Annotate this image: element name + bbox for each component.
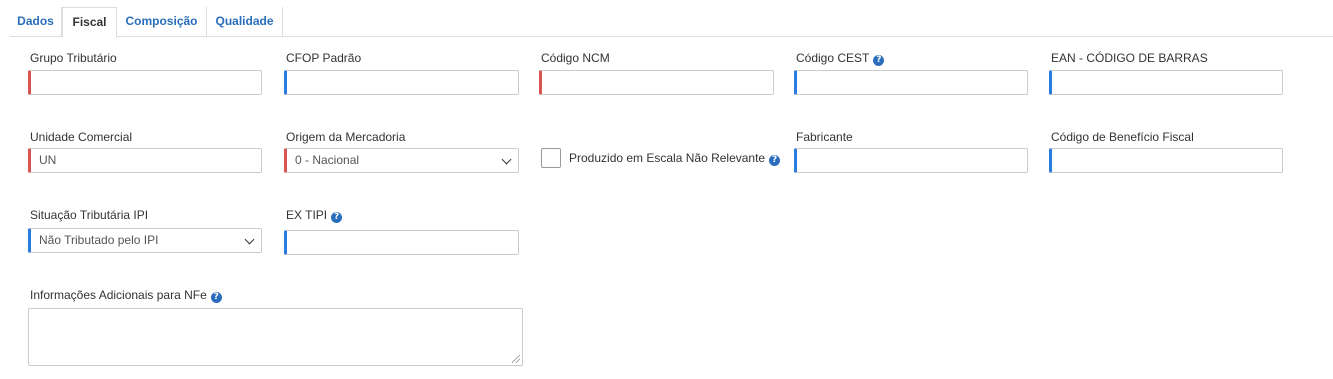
cfop-padrao-input[interactable] bbox=[284, 70, 519, 95]
codigo-ncm-label: Código NCM bbox=[541, 51, 610, 65]
ean-label: EAN - CÓDIGO DE BARRAS bbox=[1051, 51, 1208, 65]
unidade-comercial-input[interactable]: UN bbox=[28, 148, 262, 173]
codigo-ncm-input[interactable] bbox=[539, 70, 774, 95]
ex-tipi-label-wrap: EX TIPI? bbox=[286, 208, 343, 223]
origem-mercadoria-label: Origem da Mercadoria bbox=[286, 130, 406, 144]
cfop-padrao-label: CFOP Padrão bbox=[286, 51, 362, 65]
info-adicionais-label-wrap: Informações Adicionais para NFe? bbox=[30, 288, 222, 303]
chevron-down-icon bbox=[501, 154, 512, 165]
tab-composicao[interactable]: Composição bbox=[117, 7, 207, 37]
question-circle-icon[interactable]: ? bbox=[210, 292, 222, 303]
ean-input[interactable] bbox=[1049, 70, 1283, 95]
codigo-beneficio-input[interactable] bbox=[1049, 148, 1283, 173]
question-circle-icon[interactable]: ? bbox=[873, 55, 885, 66]
grupo-tributario-label: Grupo Tributário bbox=[30, 51, 117, 65]
info-adicionais-textarea[interactable] bbox=[28, 308, 523, 366]
tab-dados[interactable]: Dados bbox=[10, 7, 62, 37]
situacao-ipi-label: Situação Tributária IPI bbox=[30, 208, 149, 222]
origem-mercadoria-value: 0 - Nacional bbox=[295, 153, 360, 167]
question-circle-icon[interactable]: ? bbox=[769, 155, 781, 166]
question-circle-icon[interactable]: ? bbox=[331, 212, 343, 223]
ex-tipi-input[interactable] bbox=[284, 230, 519, 255]
escala-nao-relevante-label: Produzido em Escala Não Relevante bbox=[569, 151, 766, 165]
codigo-cest-label: Código CEST bbox=[796, 51, 870, 65]
tab-qualidade[interactable]: Qualidade bbox=[207, 7, 283, 37]
codigo-beneficio-label: Código de Benefício Fiscal bbox=[1051, 130, 1194, 144]
info-adicionais-label: Informações Adicionais para NFe bbox=[30, 288, 207, 302]
situacao-ipi-select[interactable]: Não Tributado pelo IPI bbox=[28, 228, 262, 253]
escala-nao-relevante-checkbox[interactable] bbox=[541, 148, 561, 168]
codigo-cest-label-wrap: Código CEST? bbox=[796, 51, 885, 66]
situacao-ipi-value: Não Tributado pelo IPI bbox=[39, 233, 159, 247]
fabricante-input[interactable] bbox=[794, 148, 1028, 173]
unidade-comercial-label: Unidade Comercial bbox=[30, 130, 133, 144]
codigo-cest-input[interactable] bbox=[794, 70, 1028, 95]
tab-fiscal[interactable]: Fiscal bbox=[62, 7, 117, 38]
origem-mercadoria-select[interactable]: 0 - Nacional bbox=[284, 148, 519, 173]
ex-tipi-label: EX TIPI bbox=[286, 208, 328, 222]
tab-bar: Dados Fiscal Composição Qualidade bbox=[10, 7, 1333, 38]
grupo-tributario-input[interactable] bbox=[28, 70, 262, 95]
chevron-down-icon bbox=[244, 234, 255, 245]
resize-grip-icon[interactable] bbox=[512, 355, 520, 363]
escala-nao-relevante-label-wrap: Produzido em Escala Não Relevante? bbox=[569, 151, 781, 166]
fabricante-label: Fabricante bbox=[796, 130, 853, 144]
